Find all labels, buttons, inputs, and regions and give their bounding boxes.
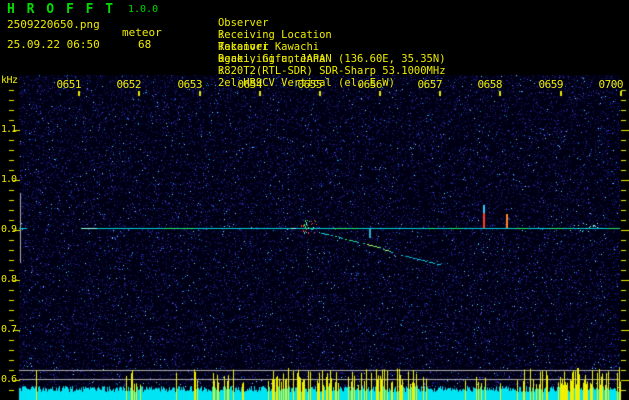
station-info: Observer : Takanori Kawachi Receiving Lo… <box>180 5 446 89</box>
time-label-0651: 0651 <box>56 78 82 91</box>
freq-label-1p1: 1.1 <box>0 124 17 135</box>
app-title: H R O F F T <box>7 2 116 17</box>
time-label-0657: 0657 <box>417 78 443 91</box>
echo-count: 68 <box>138 38 152 51</box>
info-label: Receiver <box>217 41 269 53</box>
freq-label-0p8: 0.8 <box>0 274 17 285</box>
time-label-0656: 0656 <box>357 78 383 91</box>
time-label-0655: 0655 <box>297 78 323 91</box>
output-filename: 2509220650.png <box>7 18 100 31</box>
info-label: Receiving antenna <box>217 53 326 65</box>
datetime-label: 25.09.22 06:50 <box>7 38 100 51</box>
hrofft-window: H R O F F T 1.0.0 2509220650.png meteor … <box>0 0 629 400</box>
time-label-0658: 0658 <box>477 78 503 91</box>
freq-label-0p9: 0.9 <box>0 224 17 235</box>
freq-unit-label: kHz <box>1 75 18 86</box>
freq-label-0p7: 0.7 <box>0 324 17 335</box>
app-version: 1.0.0 <box>128 4 159 15</box>
time-label-0659: 0659 <box>538 78 564 91</box>
info-colon: : <box>217 65 225 77</box>
freq-label-1p0: 1.0 <box>0 174 17 185</box>
info-label: Receiving Location <box>217 29 332 41</box>
time-label-0653: 0653 <box>177 78 203 91</box>
time-label-0700: 0700 <box>598 78 624 91</box>
time-label-0654: 0654 <box>237 78 263 91</box>
info-row-observer: Observer : Takanori Kawachi <box>180 5 446 53</box>
info-label: Observer <box>217 17 269 29</box>
mode-label: meteor <box>122 26 162 39</box>
time-label-0652: 0652 <box>116 78 142 91</box>
info-value: R820T2(RTL-SDR) SDR-Sharp 53.1000MHz <box>217 65 446 77</box>
freq-label-0p6: 0.6 <box>0 374 17 385</box>
